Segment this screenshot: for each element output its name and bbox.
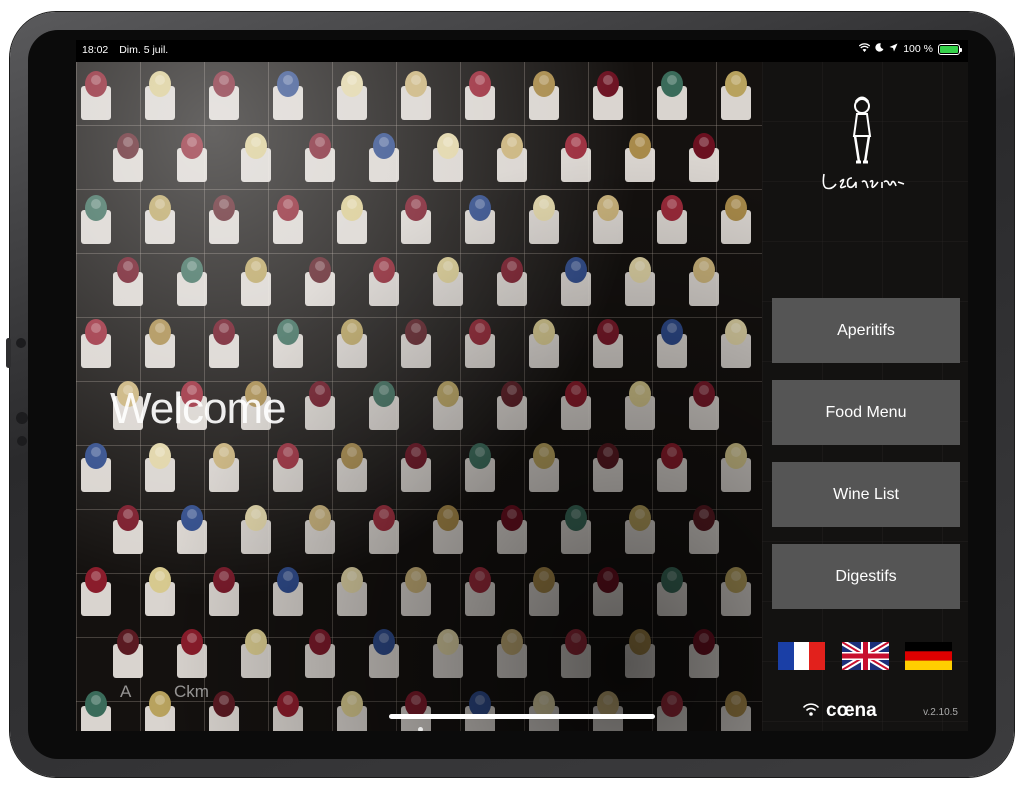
digestifs-button[interactable]: Digestifs <box>772 544 960 609</box>
wine-cellar-photo: Welcome A Ckm <box>76 62 762 731</box>
gavroche-figure-icon <box>852 96 872 164</box>
app-version: v.2.10.5 <box>923 707 958 718</box>
german-flag-icon[interactable] <box>905 642 952 670</box>
status-time: 18:02 <box>82 44 109 56</box>
wine-list-button[interactable]: Wine List <box>772 462 960 527</box>
signal-icon <box>802 701 820 722</box>
battery-icon <box>938 43 962 55</box>
app-screen: 18:02 Dim. 5 juil. 100 % Welcome A Ckm A… <box>76 40 968 731</box>
coena-brand: cœna <box>802 700 877 722</box>
sidebar: Aperitifs Food Menu Wine List Digestifs … <box>762 62 968 731</box>
coena-logo-text: cœna <box>826 700 877 721</box>
uk-flag-icon[interactable] <box>842 642 889 670</box>
battery-fill <box>940 45 958 53</box>
page-dot <box>418 727 423 731</box>
volume-button <box>6 338 11 368</box>
food-menu-button[interactable]: Food Menu <box>772 380 960 445</box>
camera-dot <box>16 338 26 348</box>
battery-percent: 100 % <box>903 43 933 55</box>
aperitifs-button[interactable]: Aperitifs <box>772 298 960 363</box>
home-indicator[interactable] <box>389 714 655 719</box>
camera-dot <box>16 412 28 424</box>
location-icon <box>889 43 898 55</box>
watermark-a: A <box>120 682 132 701</box>
moon-icon <box>875 43 884 55</box>
status-bar: 18:02 Dim. 5 juil. 100 % <box>76 40 968 62</box>
logo-script <box>822 173 905 190</box>
wifi-icon <box>859 43 871 55</box>
watermark-ckm: Ckm <box>174 682 209 701</box>
camera-dot <box>17 436 27 446</box>
french-flag-icon[interactable] <box>778 642 825 670</box>
status-date: Dim. 5 juil. <box>119 44 169 56</box>
restaurant-logo <box>812 92 912 192</box>
logo-text <box>812 170 912 198</box>
welcome-title: Welcome <box>110 384 287 433</box>
